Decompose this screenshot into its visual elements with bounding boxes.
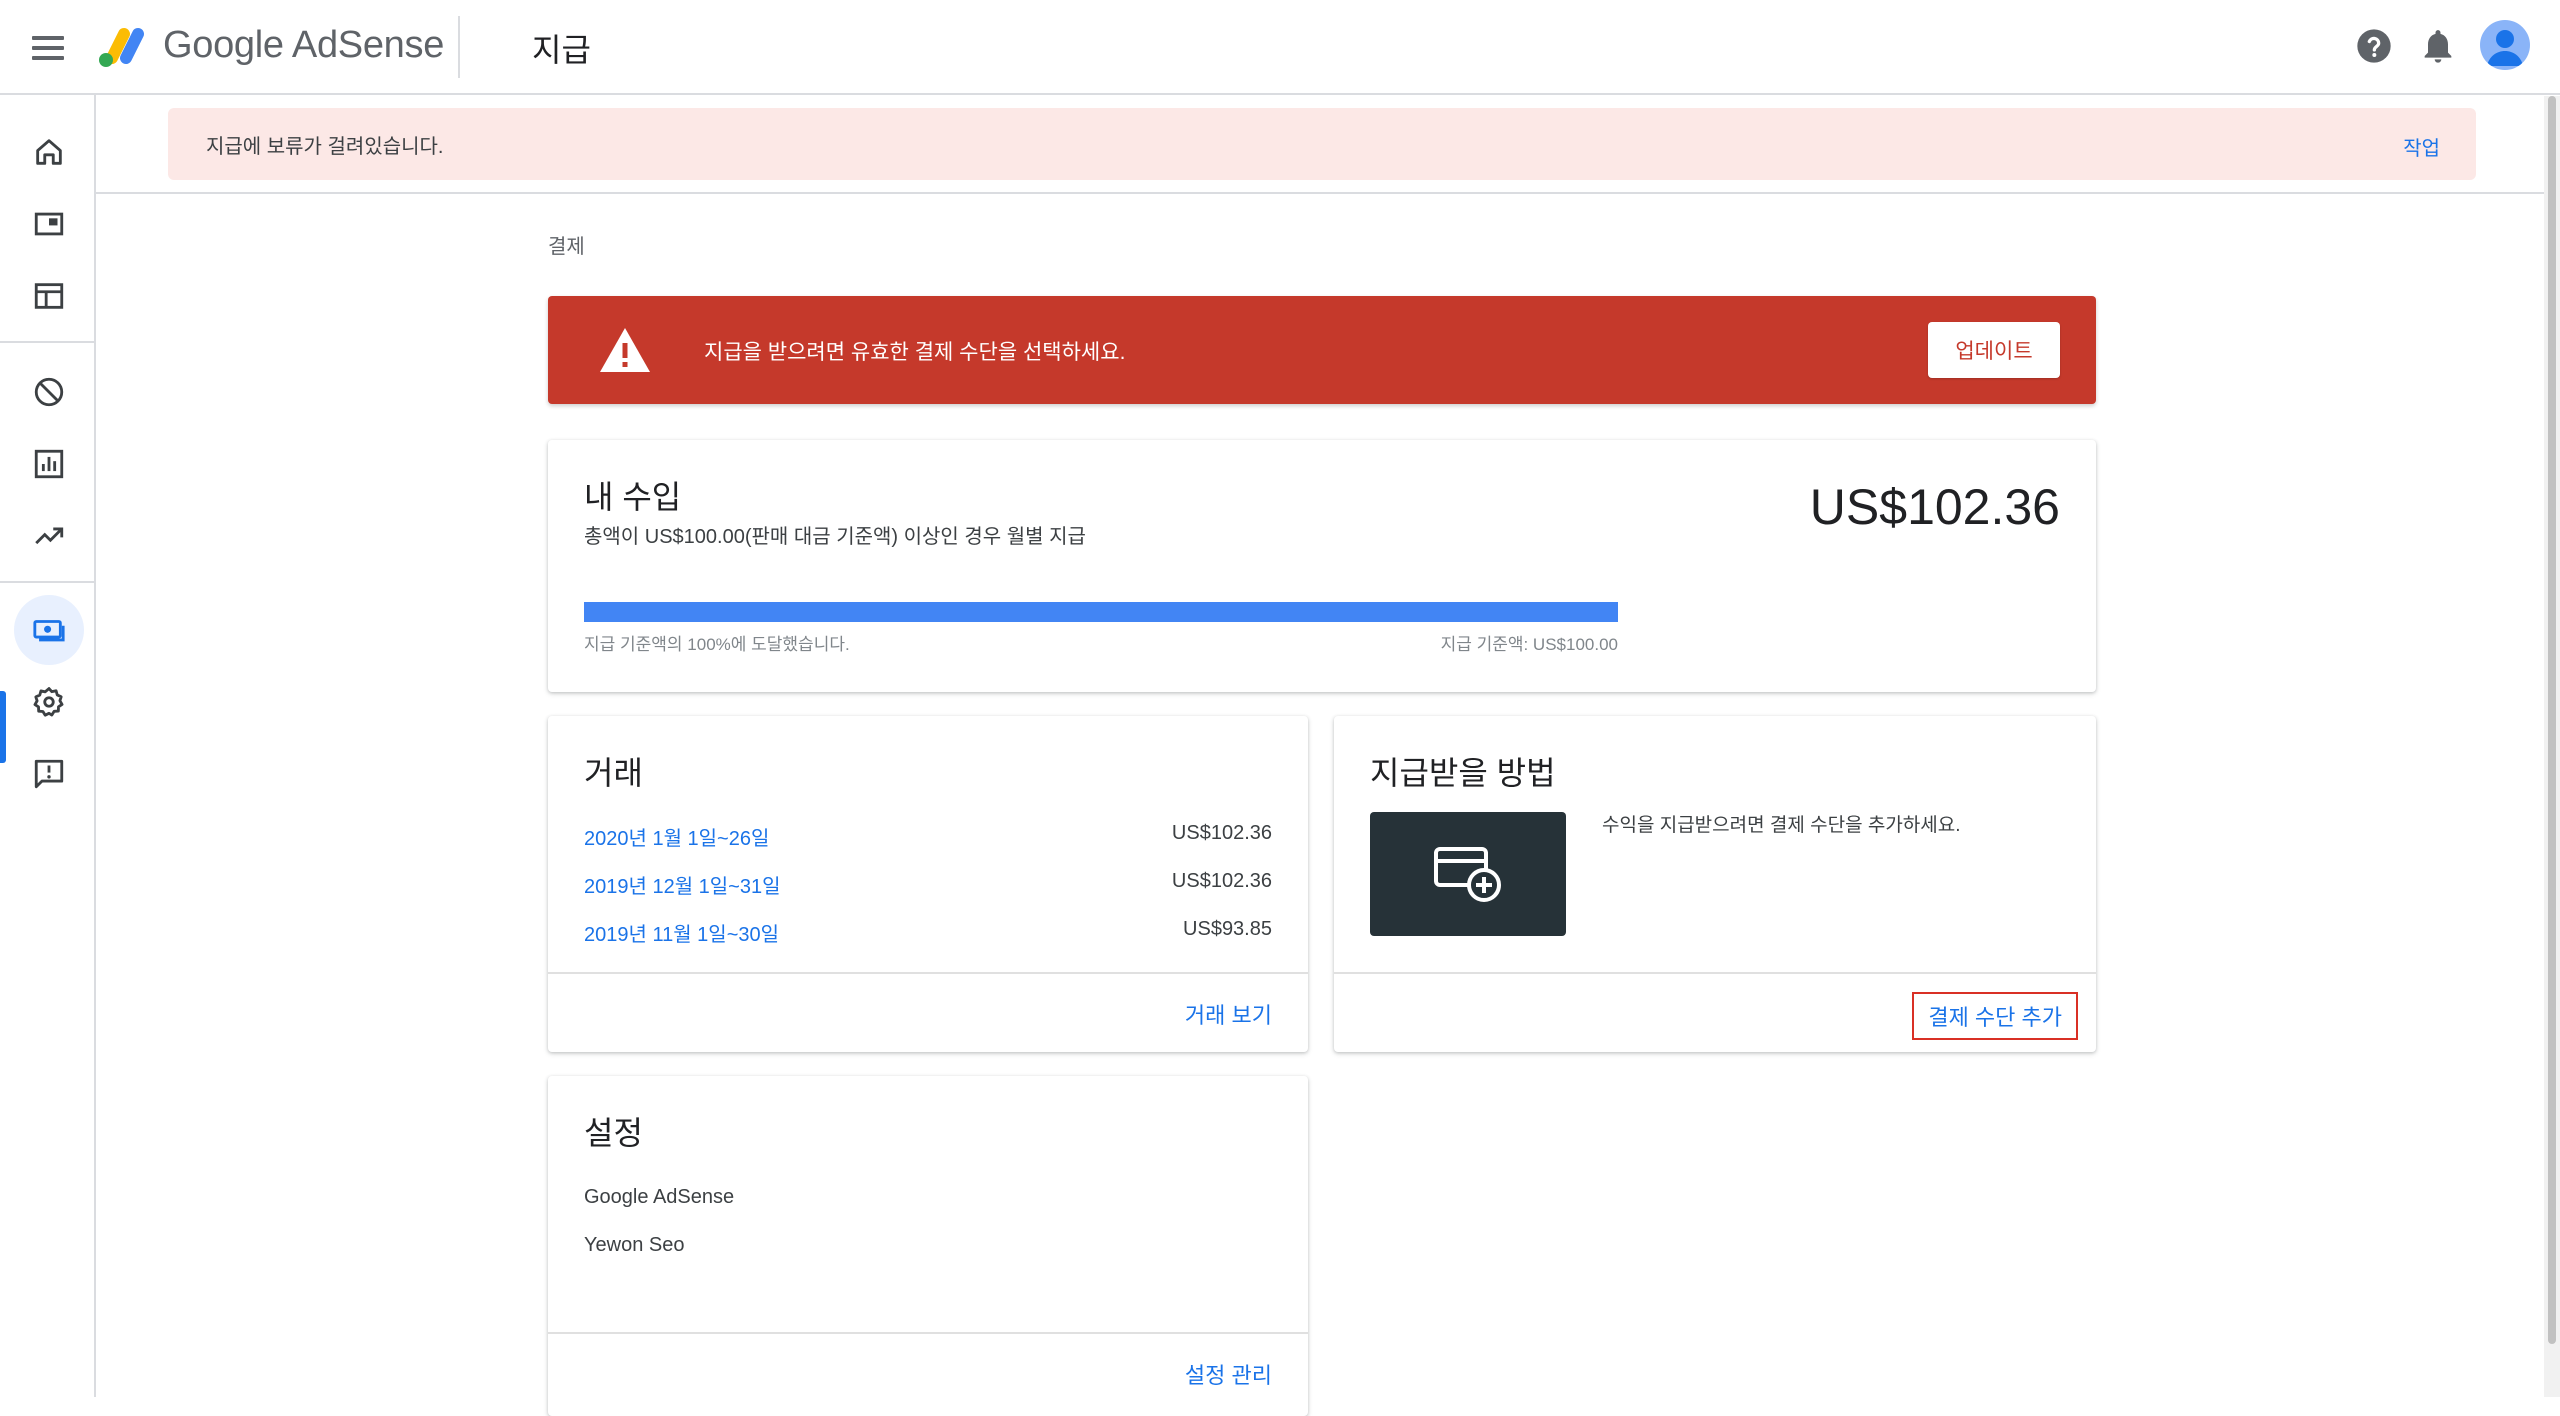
nav-reports[interactable] — [14, 429, 84, 499]
transactions-card: 거래 2020년 1월 1일~26일 US$102.36 2019년 12월 1… — [548, 716, 1308, 1052]
settings-card: 설정 Google AdSense Yewon Seo 설정 관리 — [548, 1076, 1308, 1416]
earnings-amount: US$102.36 — [1809, 479, 2060, 535]
settings-title: 설정 — [584, 1115, 643, 1151]
brand-divider — [458, 16, 460, 78]
menu-icon[interactable] — [28, 30, 68, 66]
transaction-period-link[interactable]: 2019년 12월 1일~31일 — [584, 870, 781, 899]
earnings-description: 총액이 US$100.00(판매 대금 기준액) 이상인 경우 월별 지급 — [584, 526, 1086, 548]
nav-divider — [0, 341, 96, 343]
table-row: 2020년 1월 1일~26일 US$102.36 — [584, 822, 1272, 862]
avatar[interactable] — [2480, 20, 2530, 70]
nav-blocking[interactable] — [14, 357, 84, 427]
card-divider — [548, 972, 1308, 974]
scrollbar-thumb[interactable] — [2548, 96, 2556, 1344]
transactions-title: 거래 — [584, 755, 643, 791]
payment-hold-banner: 지급에 보류가 걸려있습니다. 작업 — [168, 108, 2476, 180]
active-indicator — [0, 691, 6, 763]
nav-payments[interactable] — [14, 595, 84, 665]
optimization-icon — [35, 527, 64, 545]
view-transactions-link[interactable]: 거래 보기 — [1185, 998, 1272, 1030]
add-card-illustration — [1370, 812, 1566, 936]
earnings-card: 내 수입 총액이 US$100.00(판매 대금 기준액) 이상인 경우 월별 … — [548, 440, 2096, 692]
brand-name[interactable]: Google AdSense — [163, 24, 444, 67]
hold-message: 지급에 보류가 걸려있습니다. — [206, 136, 444, 158]
threshold-progress-bar — [584, 602, 1618, 622]
payment-method-card: 지급받을 방법 수익을 지급받으려면 결제 수단을 추가하세요. 결제 수단 추… — [1334, 716, 2096, 1052]
ads-icon — [34, 212, 64, 236]
payments-icon — [33, 620, 65, 642]
threshold-label: 지급 기준액: US$100.00 — [1440, 635, 1618, 654]
nav-divider — [0, 581, 96, 583]
hold-action-link[interactable]: 작업 — [2403, 132, 2440, 161]
transaction-amount: US$93.85 — [1183, 918, 1272, 940]
add-card-icon — [1434, 847, 1501, 902]
side-navigation — [0, 95, 96, 1397]
card-divider — [1334, 972, 2096, 974]
payment-method-warning: 지급을 받으려면 유효한 결제 수단을 선택하세요. 업데이트 — [548, 296, 2096, 404]
settings-icon — [33, 687, 64, 717]
nav-feedback[interactable] — [14, 739, 84, 809]
feedback-icon — [34, 759, 64, 789]
transaction-amount: US$102.36 — [1171, 822, 1272, 844]
bell-icon[interactable] — [2418, 26, 2458, 66]
threshold-progress-fill — [584, 602, 1618, 622]
table-row: 2019년 12월 1일~31일 US$102.36 — [584, 870, 1272, 910]
transaction-amount: US$102.36 — [1171, 870, 1272, 892]
page-title: 지급 — [532, 32, 591, 68]
banner-divider — [96, 192, 2548, 194]
nav-optimization[interactable] — [14, 501, 84, 571]
sites-icon — [34, 283, 64, 309]
settings-product: Google AdSense — [584, 1186, 735, 1208]
update-button[interactable]: 업데이트 — [1928, 322, 2060, 378]
breadcrumb: 결제 — [548, 236, 585, 258]
warning-icon — [600, 328, 650, 372]
adsense-logo-icon[interactable] — [96, 20, 152, 70]
transaction-period-link[interactable]: 2019년 11월 1일~30일 — [584, 918, 779, 947]
home-icon — [36, 139, 62, 165]
settings-payee-name: Yewon Seo — [584, 1234, 685, 1256]
payment-method-description: 수익을 지급받으려면 결제 수단을 추가하세요. — [1602, 815, 1961, 836]
nav-ads[interactable] — [14, 189, 84, 259]
table-row: 2019년 11월 1일~30일 US$93.85 — [584, 918, 1272, 958]
help-icon[interactable] — [2354, 26, 2394, 66]
nav-settings[interactable] — [14, 667, 84, 737]
card-divider — [548, 1332, 1308, 1334]
top-app-bar: Google AdSense 지급 — [0, 0, 2560, 95]
transaction-period-link[interactable]: 2020년 1월 1일~26일 — [584, 822, 769, 851]
reports-icon — [34, 449, 64, 479]
nav-home[interactable] — [14, 117, 84, 187]
payment-method-title: 지급받을 방법 — [1370, 755, 1556, 791]
block-icon — [34, 377, 64, 407]
earnings-title: 내 수입 — [584, 479, 682, 515]
warning-message: 지급을 받으려면 유효한 결제 수단을 선택하세요. — [704, 341, 1126, 364]
add-payment-method-button[interactable]: 결제 수단 추가 — [1912, 992, 2078, 1040]
nav-sites[interactable] — [14, 261, 84, 331]
manage-settings-link[interactable]: 설정 관리 — [1185, 1358, 1272, 1390]
